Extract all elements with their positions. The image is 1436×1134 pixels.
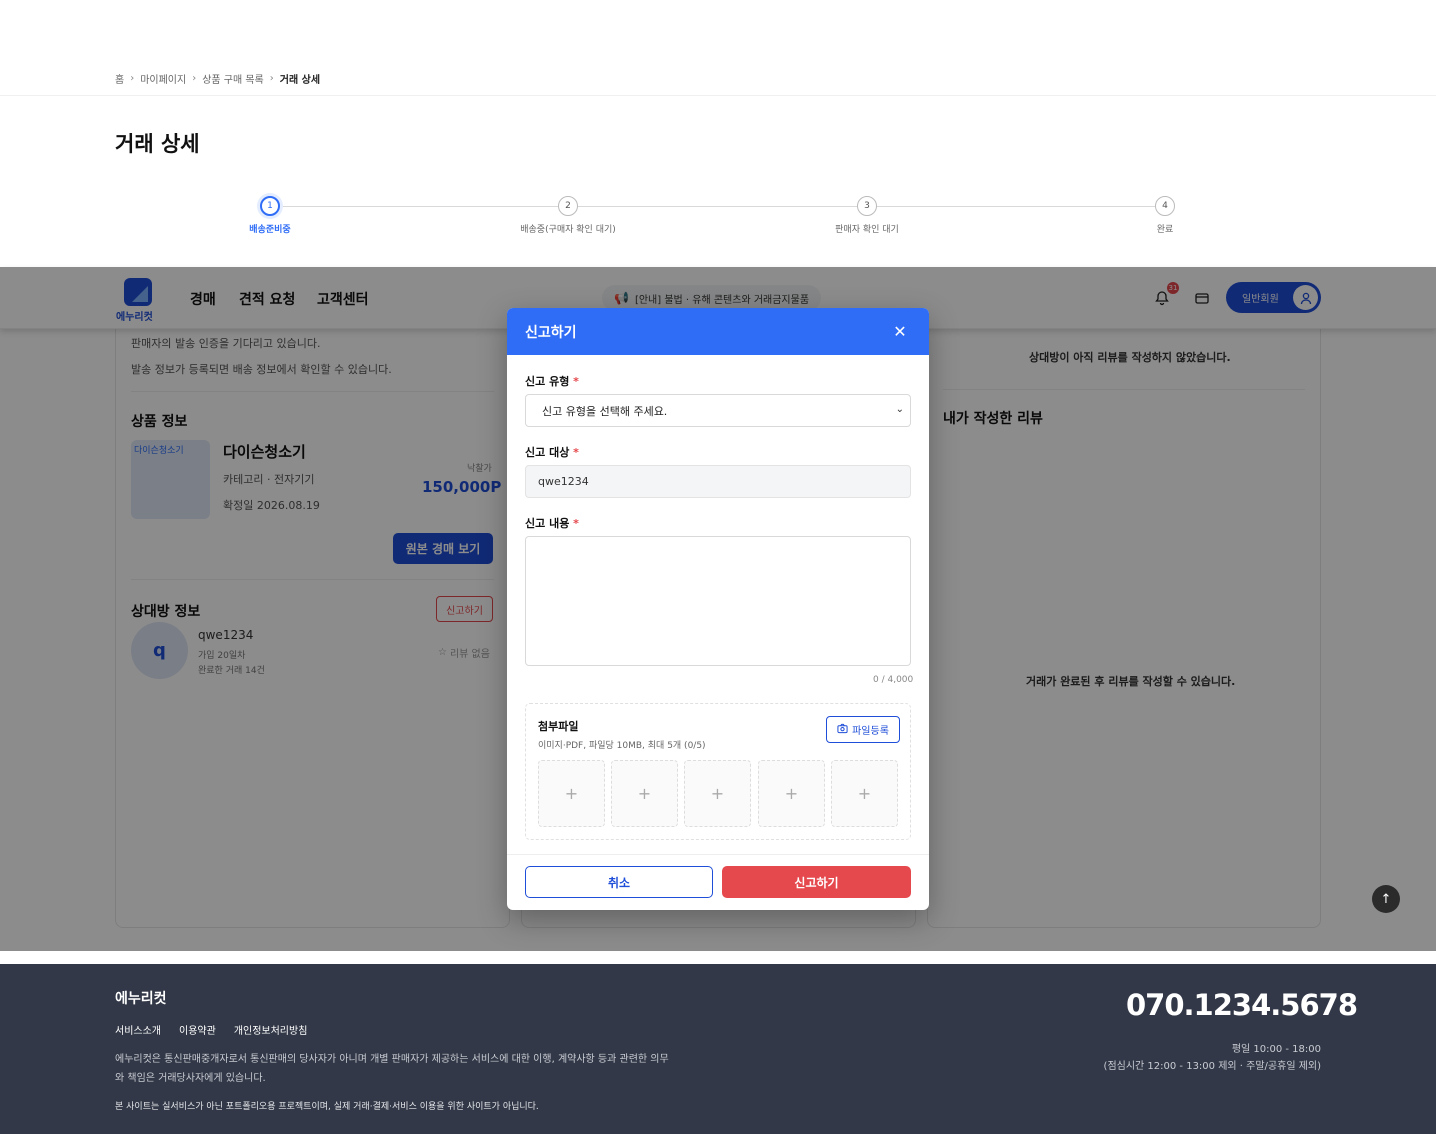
step-2-label: 배송중(구매자 확인 대기) xyxy=(520,225,616,235)
report-target-field: qwe1234 xyxy=(525,465,911,498)
step-1-circle: 1 xyxy=(260,196,280,216)
page-title: 거래 상세 xyxy=(115,132,200,156)
step-3-circle: 3 xyxy=(857,196,877,216)
footer-description: 에누리컷은 통신판매중개자로서 통신판매의 당사자가 아니며 개별 판매자가 제… xyxy=(115,1054,669,1084)
step-2-circle: 2 xyxy=(558,196,578,216)
cancel-button[interactable]: 취소 xyxy=(525,866,713,898)
footer-hours-weekday: 평일 10:00 - 18:00 xyxy=(1231,1044,1321,1055)
breadcrumb: 홈 › 마이페이지 › 상품 구매 목록 › 거래 상세 xyxy=(115,71,320,86)
footer-hours-note: (점심시간 12:00 - 13:00 제외 · 주말/공휴일 제외) xyxy=(1103,1061,1321,1072)
footer-logo: 에누리컷 xyxy=(115,991,167,1007)
char-counter: 0 / 4,000 xyxy=(873,675,914,685)
breadcrumb-current: 거래 상세 xyxy=(279,75,321,86)
report-target-label: 신고 대상 * xyxy=(525,446,579,459)
chevron-right-icon: › xyxy=(130,73,135,84)
attachment-slot[interactable]: + xyxy=(831,760,898,827)
step-1-label: 배송준비중 xyxy=(249,225,291,235)
footer-hours: 평일 10:00 - 18:00 (점심시간 12:00 - 13:00 제외 … xyxy=(1104,1041,1321,1075)
report-modal: 신고하기 ✕ 신고 유형 * 신고 유형을 선택해 주세요. ⌄ 신고 대상 *… xyxy=(507,308,929,910)
file-upload-button[interactable]: 파일등록 xyxy=(826,716,900,743)
attachment-slot[interactable]: + xyxy=(758,760,825,827)
attachment-title: 첨부파일 xyxy=(538,720,579,733)
footer-phone: 070.1234.5678 xyxy=(1126,988,1358,1022)
footer-link-terms[interactable]: 이용약관 xyxy=(179,1022,216,1037)
footer-link-privacy[interactable]: 개인정보처리방침 xyxy=(234,1022,308,1037)
report-content-label: 신고 내용 * xyxy=(525,517,579,530)
report-type-select[interactable]: 신고 유형을 선택해 주세요. ⌄ xyxy=(525,394,911,427)
divider xyxy=(507,854,929,855)
arrow-up-icon[interactable]: ↑ xyxy=(1372,885,1400,913)
attachment-slot[interactable]: + xyxy=(538,760,605,827)
step-3-label: 판매자 확인 대기 xyxy=(835,225,899,235)
submit-report-button[interactable]: 신고하기 xyxy=(722,866,911,898)
report-type-label: 신고 유형 * xyxy=(525,375,579,388)
chevron-down-icon: ⌄ xyxy=(895,404,904,415)
chevron-right-icon: › xyxy=(269,73,274,84)
camera-icon xyxy=(837,723,848,737)
footer-note: 본 사이트는 실서비스가 아닌 포트폴리오용 프로젝트이며, 실제 거래·결제·… xyxy=(115,1102,539,1112)
close-icon[interactable]: ✕ xyxy=(890,321,910,341)
footer-link-about[interactable]: 서비스소개 xyxy=(115,1022,161,1037)
breadcrumb-home[interactable]: 홈 xyxy=(115,71,124,86)
chevron-right-icon: › xyxy=(192,73,197,84)
footer-links: 서비스소개 이용약관 개인정보처리방침 xyxy=(115,1022,307,1037)
site-footer: 에누리컷 서비스소개 이용약관 개인정보처리방침 에누리컷은 통신판매중개자로서… xyxy=(0,964,1436,1134)
step-4-circle: 4 xyxy=(1155,196,1175,216)
attachment-slot[interactable]: + xyxy=(684,760,751,827)
report-type-value: 신고 유형을 선택해 주세요. xyxy=(542,404,668,418)
breadcrumb-mypage[interactable]: 마이페이지 xyxy=(140,71,186,86)
report-content-textarea[interactable] xyxy=(525,536,911,666)
progress-line xyxy=(270,206,1165,207)
modal-title: 신고하기 xyxy=(507,308,929,355)
file-upload-label: 파일등록 xyxy=(852,726,889,737)
attachment-slot[interactable]: + xyxy=(611,760,678,827)
attachment-area: 첨부파일 이미지·PDF, 파일당 10MB, 최대 5개 (0/5) 파일등록… xyxy=(525,703,911,840)
step-4-label: 완료 xyxy=(1156,225,1174,235)
breadcrumb-purchase-list[interactable]: 상품 구매 목록 xyxy=(202,71,264,86)
attachment-desc: 이미지·PDF, 파일당 10MB, 최대 5개 (0/5) xyxy=(538,741,706,751)
divider xyxy=(0,95,1436,96)
